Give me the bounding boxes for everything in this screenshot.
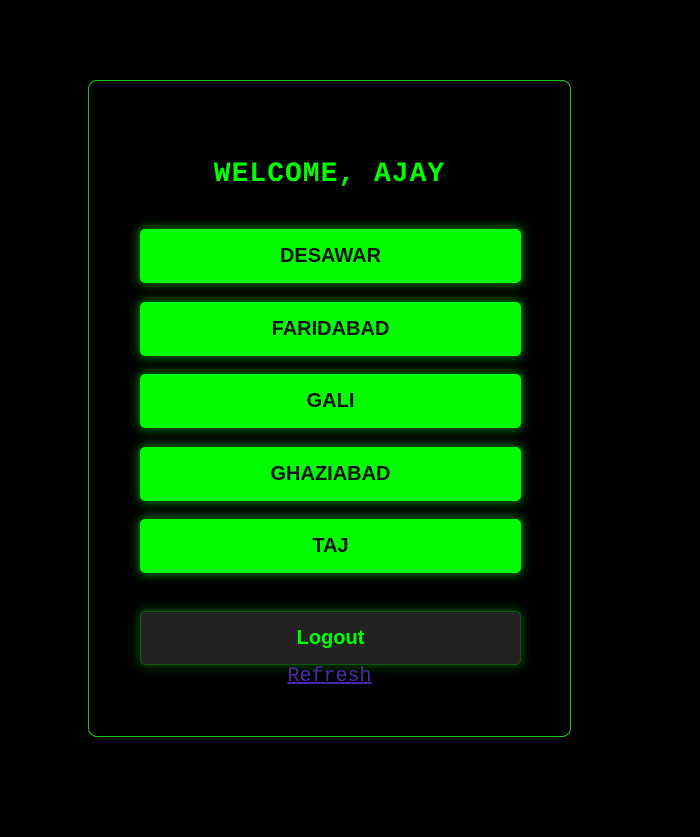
game-button-gali[interactable]: GALI [140,374,521,428]
game-button-faridabad[interactable]: FARIDABAD [140,302,521,356]
dashboard-card: WELCOME, AJAY DESAWAR FARIDABAD GALI GHA… [88,80,571,737]
welcome-heading: WELCOME, AJAY [213,159,446,190]
refresh-link[interactable]: Refresh [89,665,570,688]
logout-button[interactable]: Logout [140,611,521,665]
game-button-ghaziabad[interactable]: GHAZIABAD [140,447,521,501]
game-button-taj[interactable]: TAJ [140,519,521,573]
page: WELCOME, AJAY DESAWAR FARIDABAD GALI GHA… [0,0,700,837]
game-button-desawar[interactable]: DESAWAR [140,229,521,283]
